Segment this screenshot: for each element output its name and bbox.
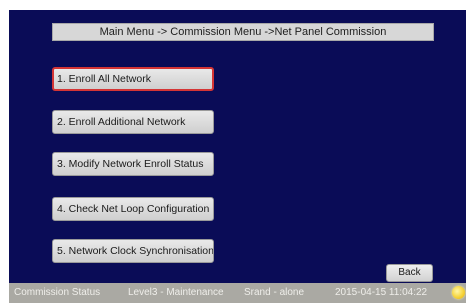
back-button[interactable]: Back: [386, 264, 433, 282]
sun-icon: [452, 286, 465, 299]
status-bar: Commission Status Level3 - Maintenance S…: [9, 283, 466, 303]
modify-network-enroll-status-button[interactable]: 3. Modify Network Enroll Status: [52, 152, 214, 176]
datetime-label: 2015-04-15 11:04:22: [335, 287, 428, 298]
access-level-label: Level3 - Maintenance: [128, 287, 224, 298]
commission-status-label: Commission Status: [14, 287, 101, 298]
panel-screen: Main Menu -> Commission Menu ->Net Panel…: [9, 10, 466, 283]
check-net-loop-configuration-button[interactable]: 4. Check Net Loop Configuration: [52, 197, 214, 221]
enroll-additional-network-button[interactable]: 2. Enroll Additional Network: [52, 110, 214, 134]
mode-label: Srand - alone: [244, 287, 305, 298]
network-clock-synchronisation-button[interactable]: 5. Network Clock Synchronisation: [52, 239, 214, 263]
enroll-all-network-button[interactable]: 1. Enroll All Network: [52, 67, 214, 91]
breadcrumb: Main Menu -> Commission Menu ->Net Panel…: [52, 23, 434, 41]
